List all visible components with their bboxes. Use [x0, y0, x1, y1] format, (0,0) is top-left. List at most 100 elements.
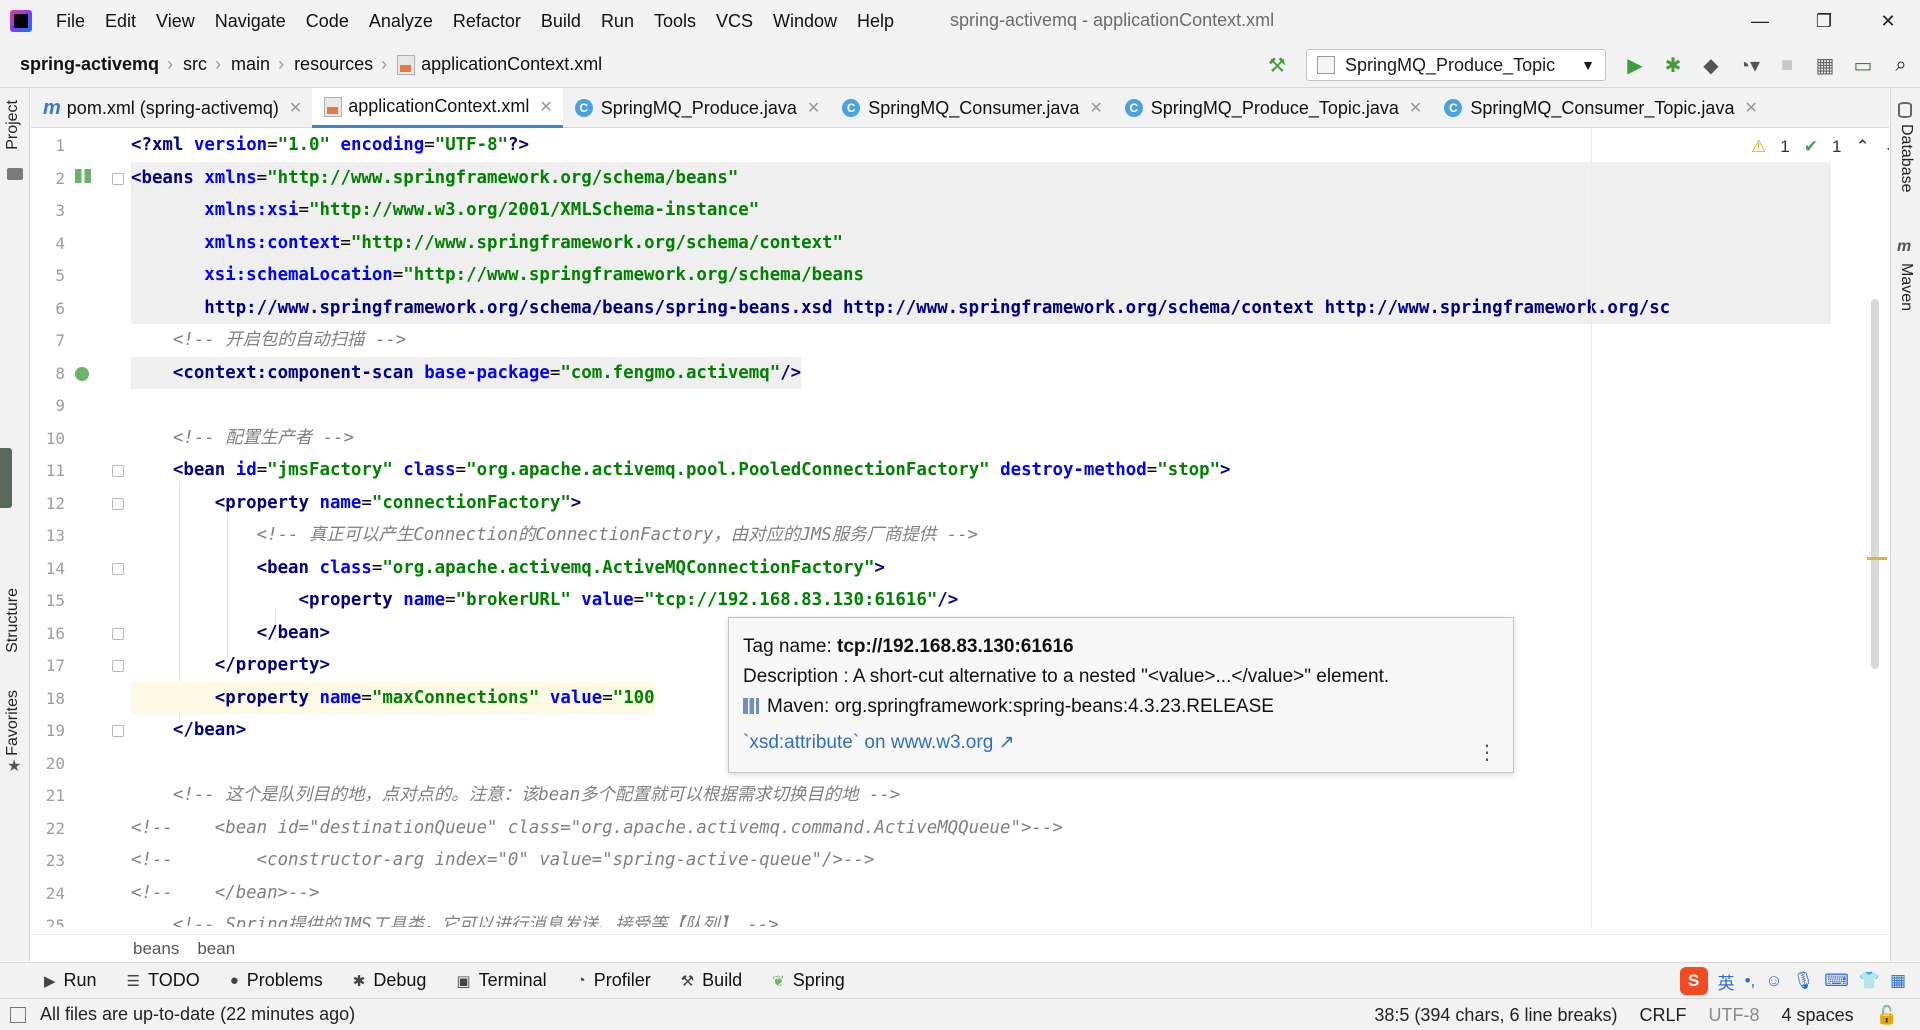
close-icon[interactable]: ✕: [1089, 98, 1102, 118]
code-line[interactable]: xmlns:xsi="http://www.w3.org/2001/XMLSch…: [131, 194, 1831, 227]
code-line[interactable]: <context:component-scan base-package="co…: [131, 356, 802, 389]
tab-application-context[interactable]: applicationContext.xml ✕: [312, 88, 563, 128]
code-line[interactable]: <!-- </bean>-->: [131, 877, 319, 910]
sogou-ime-logo[interactable]: S: [1679, 967, 1708, 995]
code-line[interactable]: xmlns:context="http://www.springframewor…: [131, 226, 1831, 259]
terminal-tool-window[interactable]: ▣ Terminal: [456, 970, 546, 991]
spring-tool-window[interactable]: ❦ Spring: [772, 970, 845, 991]
chevron-down-icon[interactable]: ⌄: [1884, 137, 1889, 157]
fold-marker-icon[interactable]: [112, 563, 124, 575]
close-icon[interactable]: ✕: [289, 98, 302, 118]
toolbox-icon[interactable]: ▦: [1890, 971, 1906, 991]
side-handle[interactable]: [0, 448, 12, 508]
profiler-tool-window[interactable]: ◔ Profiler: [577, 970, 651, 991]
close-window-button[interactable]: ✕: [1856, 0, 1920, 42]
project-structure-icon[interactable]: ▦: [1806, 47, 1844, 83]
code-line[interactable]: <bean class="org.apache.activemq.ActiveM…: [131, 552, 885, 585]
tab-springmq-produce[interactable]: C SpringMQ_Produce.java ✕: [563, 88, 831, 128]
close-icon[interactable]: ✕: [807, 98, 820, 118]
favorites-tool-tab[interactable]: Favorites: [4, 690, 22, 756]
database-tool-tab[interactable]: Database: [1897, 124, 1915, 193]
menu-refactor[interactable]: Refactor: [443, 11, 531, 32]
breadcrumb-file[interactable]: applicationContext.xml: [387, 54, 610, 75]
fold-marker-icon[interactable]: [112, 465, 124, 477]
breadcrumb-project[interactable]: spring-activemq: [0, 54, 167, 75]
run-icon[interactable]: ▶: [1616, 47, 1654, 83]
inspection-widget[interactable]: ⚠ 1 ✔ 1 ⌃ ⌄: [1751, 137, 1889, 157]
line-separator[interactable]: CRLF: [1640, 1005, 1687, 1026]
tab-pom-xml[interactable]: m pom.xml (spring-activemq) ✕: [31, 88, 312, 128]
spring-beans-gutter-icon[interactable]: [75, 169, 91, 183]
punctuation-icon[interactable]: •,: [1745, 971, 1756, 991]
problems-tool-window[interactable]: ● Problems: [230, 970, 323, 991]
close-icon[interactable]: ✕: [1744, 98, 1757, 118]
stop-icon[interactable]: ■: [1768, 47, 1806, 83]
tab-springmq-consumer[interactable]: C SpringMQ_Consumer.java ✕: [830, 88, 1113, 128]
spring-leaf-gutter-icon[interactable]: [75, 367, 89, 381]
menu-run[interactable]: Run: [591, 11, 644, 32]
run-tool-window[interactable]: ▶ Run: [44, 970, 97, 991]
code-line[interactable]: <!-- 真正可以产生Connection的ConnectionFactory，…: [131, 519, 978, 552]
fold-marker-icon[interactable]: [112, 498, 124, 510]
scrollbar-warning-marker[interactable]: [1867, 557, 1887, 560]
skin-icon[interactable]: 👕: [1859, 971, 1880, 991]
close-icon[interactable]: ✕: [539, 97, 552, 117]
fold-marker-icon[interactable]: [112, 725, 124, 737]
menu-code[interactable]: Code: [296, 11, 359, 32]
maven-tool-tab[interactable]: Maven: [1897, 263, 1915, 311]
tab-springmq-consumer-topic[interactable]: C SpringMQ_Consumer_Topic.java ✕: [1432, 88, 1768, 128]
ime-language-toggle[interactable]: 英: [1718, 969, 1735, 994]
keyboard-icon[interactable]: ⌨: [1824, 971, 1849, 991]
structure-tool-tab[interactable]: Structure: [4, 588, 22, 653]
editor-scrollbar[interactable]: [1871, 299, 1879, 669]
menu-analyze[interactable]: Analyze: [359, 11, 443, 32]
code-line[interactable]: <?xml version="1.0" encoding="UTF-8"?>: [131, 129, 529, 162]
code-line[interactable]: <!-- <constructor-arg index="0" value="s…: [131, 844, 874, 877]
todo-tool-window[interactable]: ☰ TODO: [127, 970, 200, 991]
tab-springmq-produce-topic[interactable]: C SpringMQ_Produce_Topic.java ✕: [1113, 88, 1433, 128]
code-line[interactable]: <property name="maxConnections" value="1…: [131, 681, 655, 714]
code-line[interactable]: <property name="connectionFactory">: [131, 487, 582, 520]
menu-view[interactable]: View: [146, 11, 205, 32]
editor-gutter[interactable]: 1 2 3 4 5 6 7 8 9 10 11 12 13 14 15 16 1…: [31, 129, 131, 927]
fold-marker-icon[interactable]: [112, 628, 124, 640]
close-icon[interactable]: ✕: [1409, 98, 1422, 118]
code-line[interactable]: <!-- 这个是队列目的地，点对点的。注意：该bean多个配置就可以根据需求切换…: [131, 779, 900, 812]
menu-build[interactable]: Build: [531, 11, 591, 32]
debug-icon[interactable]: ✱: [1654, 47, 1692, 83]
caret-position[interactable]: 38:5 (394 chars, 6 line breaks): [1374, 1005, 1617, 1026]
menu-edit[interactable]: Edit: [95, 11, 146, 32]
project-tool-tab[interactable]: Project: [4, 100, 22, 150]
emoji-icon[interactable]: ☺: [1765, 971, 1782, 991]
profile-icon[interactable]: ◔▾: [1730, 47, 1768, 83]
code-line[interactable]: <!-- Spring提供的JMS工具类，它可以进行消息发送、接受等【队列】 -…: [131, 909, 779, 927]
fold-marker-icon[interactable]: [112, 173, 124, 185]
code-line[interactable]: <!-- 开启包的自动扫描 -->: [131, 324, 406, 357]
code-line[interactable]: </bean>: [131, 617, 330, 650]
run-configuration-select[interactable]: SpringMQ_Produce_Topic ▼: [1306, 49, 1606, 81]
minimize-button[interactable]: —: [1728, 0, 1792, 42]
status-message[interactable]: All files are up-to-date (22 minutes ago…: [40, 1004, 355, 1025]
build-tool-window[interactable]: ⚒ Build: [681, 970, 742, 991]
menu-file[interactable]: File: [46, 11, 95, 32]
hammer-icon[interactable]: ⚒: [1258, 47, 1296, 83]
tool-windows-toggle-icon[interactable]: [10, 1006, 26, 1023]
more-options-icon[interactable]: ⋮: [1477, 743, 1497, 763]
code-editor[interactable]: 1 2 3 4 5 6 7 8 9 10 11 12 13 14 15 16 1…: [31, 129, 1889, 927]
editor-breadcrumb-bean[interactable]: bean: [197, 939, 235, 959]
menu-navigate[interactable]: Navigate: [205, 11, 296, 32]
search-icon[interactable]: ⌕: [1882, 47, 1920, 83]
coverage-icon[interactable]: ◆: [1692, 47, 1730, 83]
code-line[interactable]: <beans xmlns="http://www.springframework…: [131, 161, 1831, 194]
code-line[interactable]: <!-- 配置生产者 -->: [131, 422, 354, 455]
menu-window[interactable]: Window: [763, 11, 847, 32]
microphone-icon[interactable]: 🎙: [1793, 971, 1815, 991]
menu-help[interactable]: Help: [847, 11, 904, 32]
editor-breadcrumb-beans[interactable]: beans: [133, 939, 179, 959]
menu-vcs[interactable]: VCS: [706, 11, 763, 32]
breadcrumb-main[interactable]: main: [221, 54, 278, 75]
code-line[interactable]: xsi:schemaLocation="http://www.springfra…: [131, 259, 1831, 292]
breadcrumb-resources[interactable]: resources: [284, 54, 381, 75]
chevron-up-icon[interactable]: ⌃: [1855, 137, 1869, 157]
tooltip-external-link[interactable]: `xsd:attribute` on www.w3.org ↗: [743, 728, 1499, 758]
